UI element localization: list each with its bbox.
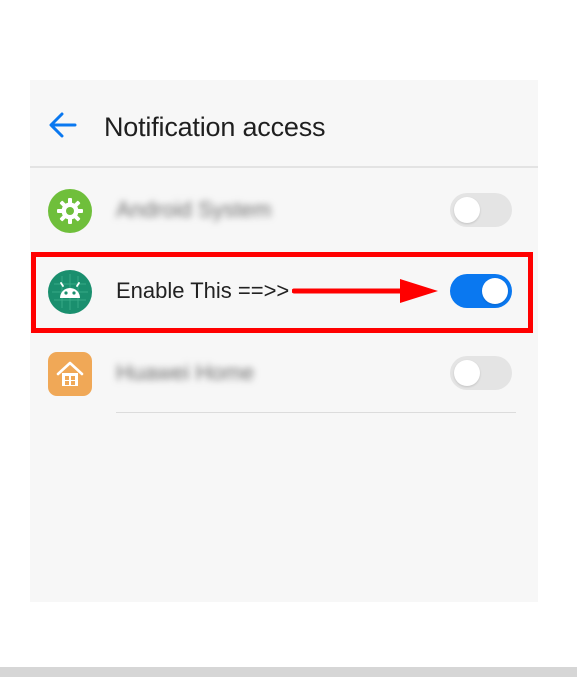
toggle-knob bbox=[482, 278, 508, 304]
home-icon bbox=[48, 352, 92, 396]
app-row-huawei-home[interactable]: Huawei Home bbox=[30, 334, 538, 414]
app-row-android-system[interactable]: Android System bbox=[30, 171, 538, 251]
notification-toggle[interactable] bbox=[450, 193, 512, 227]
android-icon bbox=[48, 270, 92, 314]
header-divider bbox=[30, 166, 538, 168]
toggle-knob bbox=[454, 197, 480, 223]
back-button[interactable] bbox=[46, 108, 80, 142]
list-divider bbox=[116, 412, 516, 413]
app-bar: Notification access bbox=[30, 80, 538, 166]
app-label: Huawei Home bbox=[116, 360, 255, 385]
notification-access-panel: Notification access Android System Enabl… bbox=[30, 80, 538, 602]
notification-toggle[interactable] bbox=[450, 274, 512, 308]
notification-toggle[interactable] bbox=[450, 356, 512, 390]
app-row-enable-this[interactable]: Enable This ==>> bbox=[30, 252, 538, 332]
app-label: Android System bbox=[116, 197, 272, 222]
page-title: Notification access bbox=[104, 112, 326, 142]
gear-icon bbox=[48, 189, 92, 233]
arrow-left-icon bbox=[49, 112, 77, 138]
toggle-knob bbox=[454, 360, 480, 386]
bottom-divider bbox=[0, 667, 577, 677]
app-label: Enable This ==>> bbox=[116, 278, 290, 303]
